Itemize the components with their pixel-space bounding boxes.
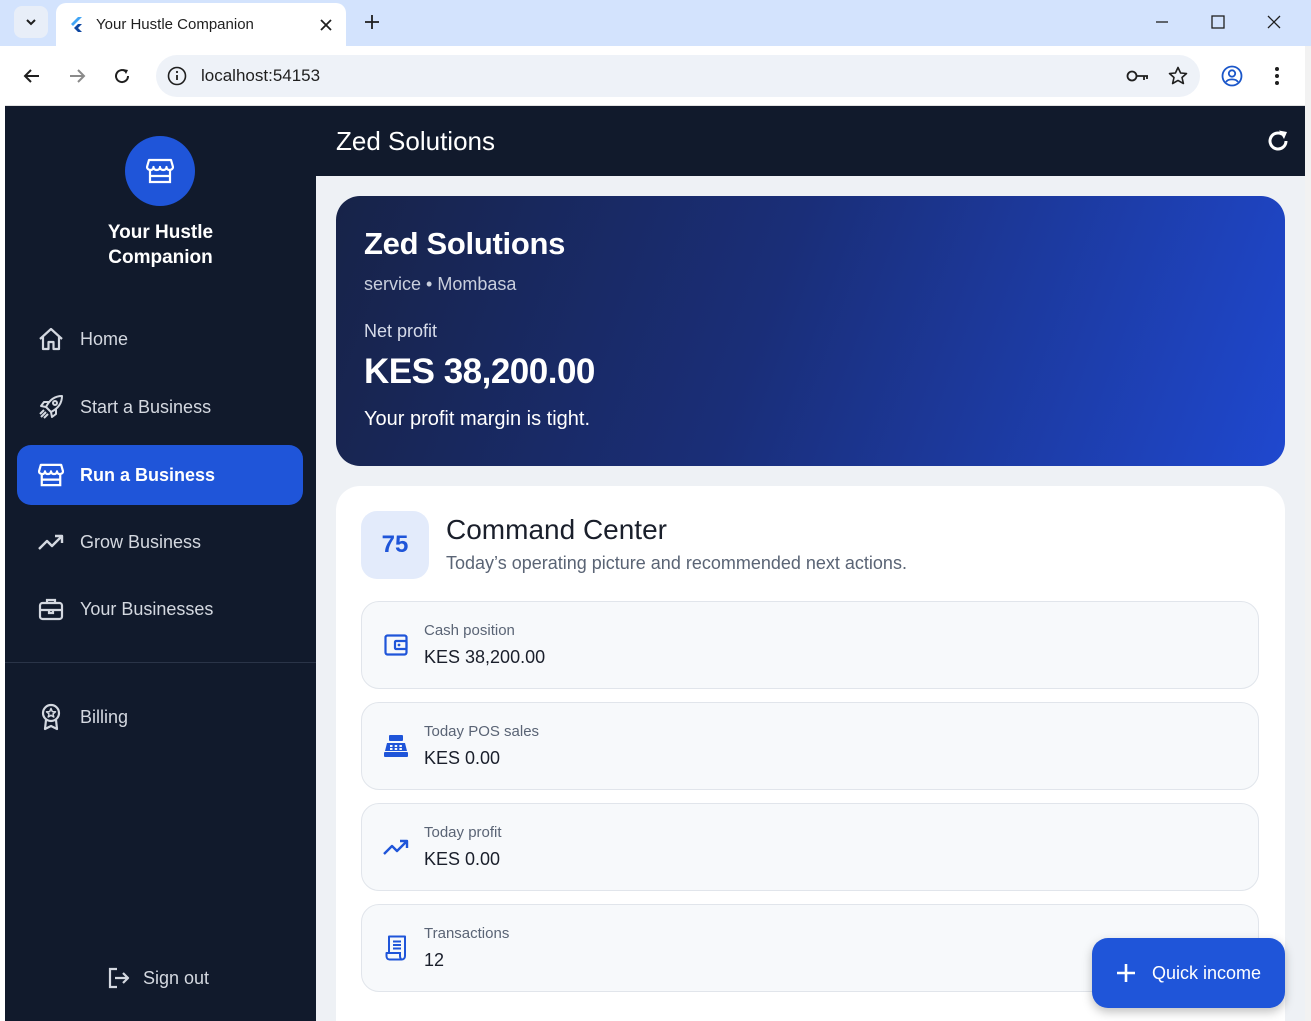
trending-up-icon — [382, 833, 410, 861]
logout-icon — [107, 966, 131, 990]
brand-name: Your Hustle Companion — [107, 222, 214, 268]
sidebar-item-run-business[interactable]: Run a Business — [17, 445, 303, 505]
wallet-icon — [382, 631, 410, 659]
sidebar-item-start-business[interactable]: Start a Business — [17, 377, 303, 437]
url-text: localhost:54153 — [201, 66, 321, 85]
quick-income-button[interactable]: Quick income — [1092, 938, 1285, 1008]
sidebar-item-billing[interactable]: Billing — [17, 687, 303, 747]
new-tab-icon[interactable] — [358, 8, 386, 36]
plus-icon — [1114, 961, 1138, 985]
trending-up-icon — [37, 528, 65, 556]
storefront-icon — [146, 158, 174, 184]
minimize-icon[interactable] — [1134, 0, 1190, 44]
sidebar-item-label: Billing — [80, 706, 129, 727]
sidebar-item-home[interactable]: Home — [17, 309, 303, 369]
tab-search-button[interactable] — [14, 6, 48, 38]
page-title: Zed Solutions — [336, 125, 495, 156]
more-vert-icon[interactable] — [1262, 60, 1292, 92]
metric-label: Today POS sales — [424, 723, 540, 740]
refresh-icon[interactable] — [1260, 123, 1296, 159]
profit-margin-note: Your profit margin is tight. — [364, 408, 591, 430]
forward-icon[interactable] — [61, 60, 93, 92]
browser-tab-strip: Your Hustle Companion — [0, 0, 1311, 46]
key-icon[interactable] — [1120, 58, 1156, 94]
business-name: Zed Solutions — [364, 226, 566, 261]
storefront-icon — [37, 461, 65, 489]
sidebar-item-label: Grow Business — [80, 531, 202, 552]
sidebar-item-your-businesses[interactable]: Your Businesses — [17, 579, 303, 639]
window-close-icon[interactable] — [1246, 0, 1302, 44]
badge-icon — [37, 703, 65, 731]
profile-icon[interactable] — [1216, 60, 1248, 92]
briefcase-icon — [37, 595, 65, 623]
metric-value: KES 0.00 — [424, 748, 501, 768]
back-icon[interactable] — [16, 60, 48, 92]
business-summary-card: Zed Solutions service • Mombasa Net prof… — [336, 196, 1285, 466]
sidebar-divider — [5, 662, 316, 663]
bookmark-star-icon[interactable] — [1160, 58, 1196, 94]
metric-today-profit[interactable]: Today profit KES 0.00 — [361, 803, 1259, 891]
address-bar[interactable]: localhost:54153 — [156, 55, 1200, 97]
metric-value: KES 0.00 — [424, 849, 501, 869]
metric-today-pos-sales[interactable]: Today POS sales KES 0.00 — [361, 702, 1259, 790]
tab-title: Your Hustle Companion — [96, 16, 254, 33]
metric-value: KES 38,200.00 — [424, 647, 546, 667]
cash-register-icon — [382, 732, 410, 760]
sidebar-item-label: Your Businesses — [80, 598, 214, 619]
command-center-title: Command Center — [446, 514, 667, 545]
sidebar-item-grow-business[interactable]: Grow Business — [17, 512, 303, 572]
metric-label: Transactions — [424, 925, 510, 942]
browser-toolbar: localhost:54153 — [0, 46, 1311, 106]
chevron-down-icon — [26, 19, 36, 26]
sidebar-item-label: Home — [80, 328, 129, 349]
metric-cash-position[interactable]: Cash position KES 38,200.00 — [361, 601, 1259, 689]
home-icon — [37, 325, 65, 353]
net-profit-value: KES 38,200.00 — [364, 352, 595, 391]
sidebar: Your Hustle Companion Home Start a Busin… — [5, 106, 316, 1021]
receipt-icon — [382, 934, 410, 962]
reload-icon[interactable] — [106, 60, 138, 92]
rocket-icon — [37, 393, 65, 421]
metric-label: Today profit — [424, 824, 502, 841]
metric-label: Cash position — [424, 622, 515, 639]
browser-tab[interactable]: Your Hustle Companion — [56, 3, 346, 46]
sidebar-item-label: Run a Business — [80, 464, 216, 485]
flutter-icon — [70, 16, 86, 33]
window-edge-right — [1305, 46, 1311, 1021]
business-meta: service • Mombasa — [364, 274, 517, 294]
health-score-badge: 75 — [361, 511, 429, 579]
sign-out-button[interactable]: Sign out — [107, 966, 209, 990]
metric-value: 12 — [424, 950, 445, 970]
sidebar-item-label: Start a Business — [80, 396, 212, 417]
close-tab-icon[interactable] — [312, 11, 340, 39]
quick-income-label: Quick income — [1152, 962, 1262, 983]
app-bar: Zed Solutions — [316, 106, 1305, 176]
maximize-icon[interactable] — [1190, 0, 1246, 44]
main-content: Zed Solutions service • Mombasa Net prof… — [316, 176, 1305, 1021]
site-info-icon[interactable] — [166, 65, 188, 87]
sign-out-label: Sign out — [143, 967, 210, 988]
command-center-subtitle: Today’s operating picture and recommende… — [446, 553, 907, 573]
net-profit-label: Net profit — [364, 321, 438, 341]
brand-logo — [125, 136, 195, 206]
